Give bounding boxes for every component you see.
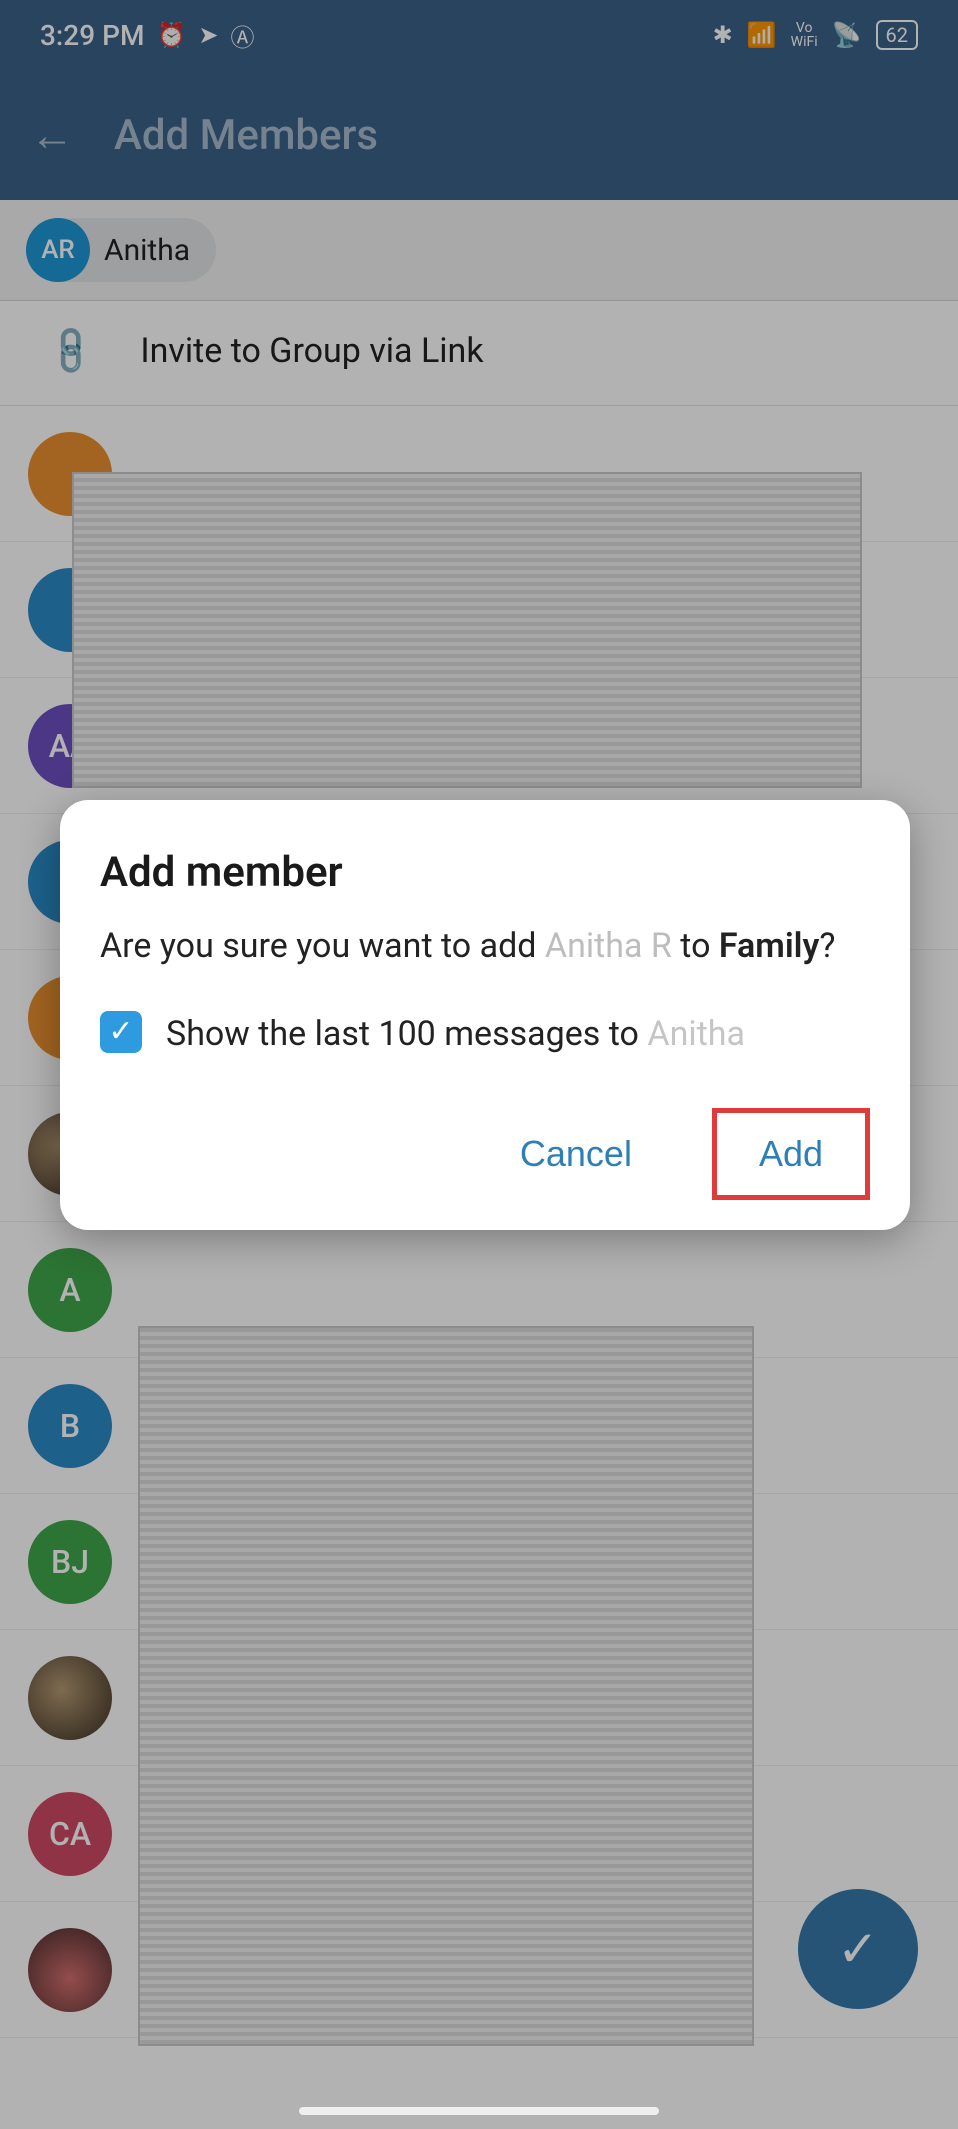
checkbox-label-name: Anitha bbox=[647, 1014, 745, 1054]
dialog-group-name: Family bbox=[719, 926, 819, 966]
checkbox-label-prefix: Show the last 100 messages to bbox=[166, 1014, 647, 1054]
add-button-highlight: Add bbox=[712, 1108, 870, 1200]
dialog-text-mid: to bbox=[672, 926, 719, 966]
dialog-member-name: Anitha R bbox=[545, 926, 672, 966]
checkbox-checked-icon[interactable]: ✓ bbox=[100, 1011, 142, 1053]
cancel-button[interactable]: Cancel bbox=[500, 1119, 652, 1189]
dialog-text-prefix: Are you sure you want to add bbox=[100, 926, 545, 966]
checkbox-label: Show the last 100 messages to Anitha bbox=[166, 1011, 745, 1059]
home-indicator[interactable] bbox=[299, 2107, 659, 2115]
dialog-title: Add member bbox=[100, 848, 870, 897]
dialog-text-q: ? bbox=[819, 926, 835, 966]
show-history-option[interactable]: ✓ Show the last 100 messages to Anitha bbox=[100, 1011, 870, 1059]
dialog-actions: Cancel Add bbox=[100, 1108, 870, 1200]
add-member-dialog: Add member Are you sure you want to add … bbox=[60, 800, 910, 1230]
add-button[interactable]: Add bbox=[739, 1119, 843, 1189]
dialog-message: Are you sure you want to add Anitha R to… bbox=[100, 923, 870, 971]
